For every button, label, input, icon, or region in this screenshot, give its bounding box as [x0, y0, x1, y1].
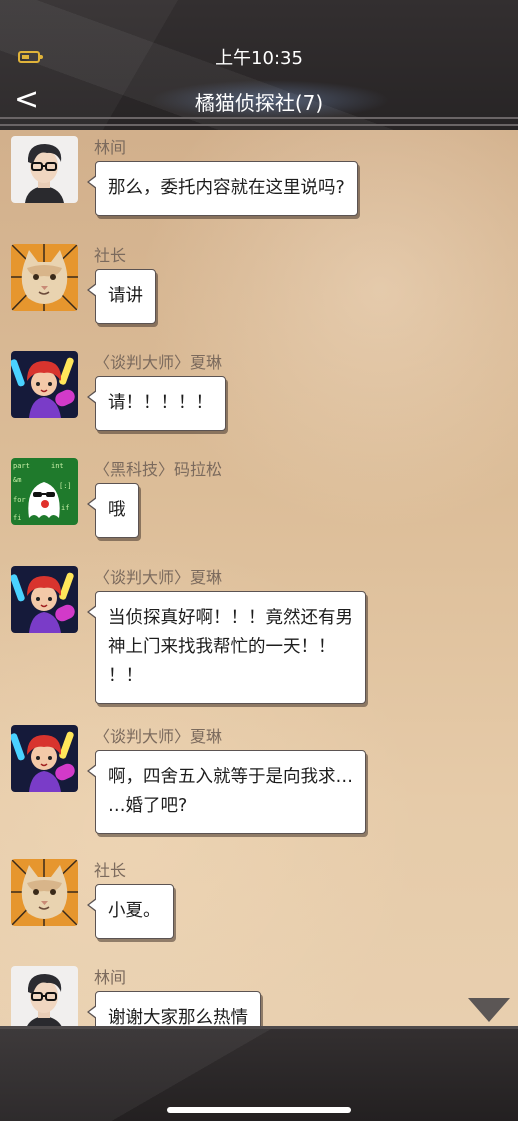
sender-name: 〈谈判大师〉夏琳	[94, 353, 223, 372]
chat-title: 橘猫侦探社(7)	[194, 91, 324, 115]
sender-name: 林间	[94, 968, 127, 987]
header-divider	[0, 117, 518, 119]
sender-name: 社长	[94, 861, 127, 880]
message-bubble[interactable]: 哦	[87, 483, 139, 538]
svg-text:if: if	[61, 504, 69, 512]
chat-area[interactable]: 林间 那么，委托内容就在这里说吗? 社长 请讲 〈谈判大师〉夏琳 请！！！！！ …	[0, 130, 518, 1026]
message-bubble[interactable]: 谢谢大家那么热情	[87, 991, 261, 1026]
home-indicator[interactable]	[167, 1107, 351, 1113]
sender-name: 社长	[94, 246, 127, 265]
svg-text:int: int	[51, 462, 64, 470]
sender-name: 〈黑科技〉码拉松	[94, 460, 223, 479]
message-bubble[interactable]: 啊，四舍五入就等于是向我求… …婚了吧?	[87, 750, 366, 834]
bottom-bar	[0, 1026, 518, 1121]
header-bar: 上午10:35 < 橘猫侦探社(7)	[0, 0, 518, 130]
message-bubble[interactable]: 当侦探真好啊！！！竟然还有男 神上门来找我帮忙的一天！！ ！！	[87, 591, 366, 704]
scroll-down-arrow-icon[interactable]	[468, 998, 510, 1022]
svg-text:fi: fi	[13, 514, 21, 522]
cat-avatar[interactable]	[11, 859, 78, 926]
message-bubble[interactable]: 请！！！！！	[87, 376, 226, 431]
message-bubble[interactable]: 请讲	[87, 269, 156, 324]
man-glasses-avatar[interactable]	[11, 966, 78, 1026]
ghost-sunglasses-avatar[interactable]: part int &m [:] for if fi	[11, 458, 78, 525]
sender-name: 〈谈判大师〉夏琳	[94, 727, 223, 746]
girl-red-hat-avatar[interactable]	[11, 351, 78, 418]
cat-avatar[interactable]	[11, 244, 78, 311]
svg-text:for: for	[13, 496, 26, 504]
svg-text:&m: &m	[13, 476, 21, 484]
header-divider-lower	[0, 124, 518, 126]
girl-red-hat-avatar[interactable]	[11, 725, 78, 792]
status-time: 上午10:35	[215, 48, 303, 69]
man-glasses-avatar[interactable]	[11, 136, 78, 203]
sender-name: 〈谈判大师〉夏琳	[94, 568, 223, 587]
sender-name: 林间	[94, 138, 127, 157]
svg-text:part: part	[13, 462, 30, 470]
svg-text:[:]: [:]	[59, 482, 72, 490]
message-bubble[interactable]: 小夏。	[87, 884, 174, 939]
girl-red-hat-avatar[interactable]	[11, 566, 78, 633]
message-bubble[interactable]: 那么，委托内容就在这里说吗?	[87, 161, 358, 216]
